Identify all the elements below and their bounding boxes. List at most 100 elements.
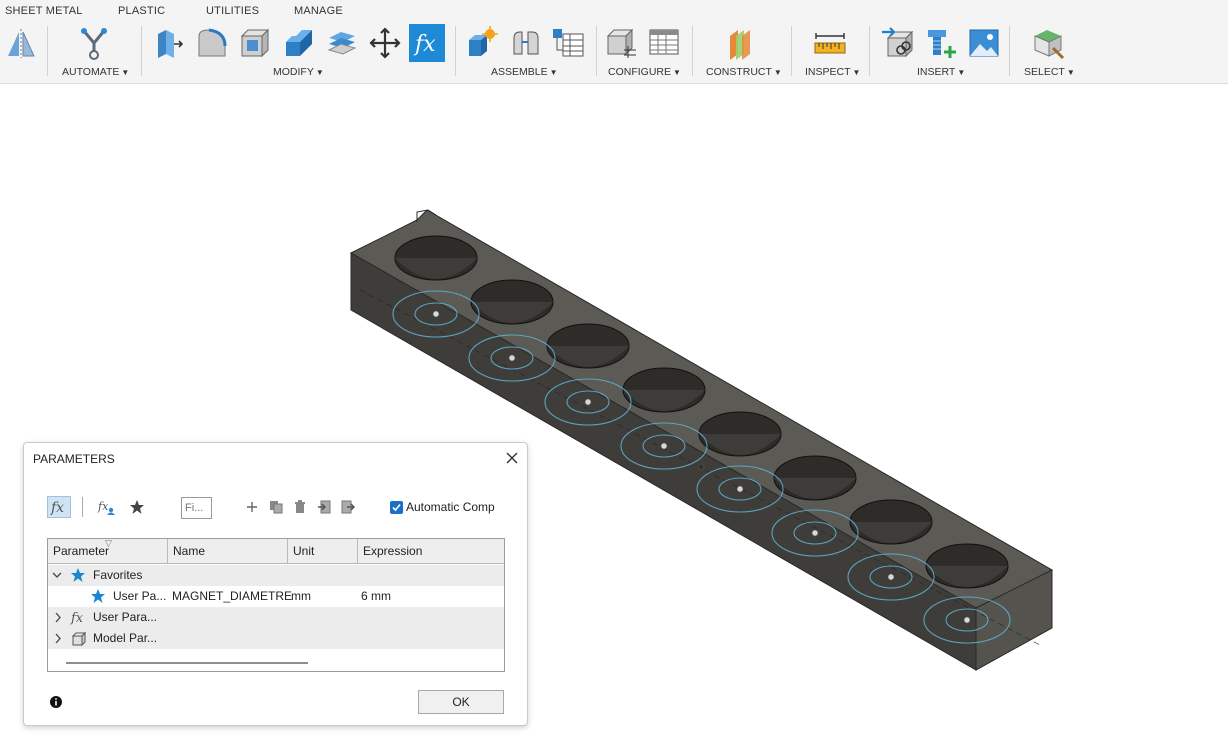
tab-manage[interactable]: MANAGE — [294, 5, 343, 17]
automatic-compute-label: Automatic Comp — [406, 500, 495, 514]
mirror-icon[interactable] — [3, 24, 39, 62]
combine-icon[interactable] — [281, 24, 317, 62]
group-label: Favorites — [93, 568, 143, 582]
change-parameters-icon[interactable]: fx — [409, 24, 445, 62]
cube-icon — [71, 631, 87, 654]
group-insert[interactable]: INSERT ▼ — [917, 66, 965, 78]
group-inspect[interactable]: INSPECT ▼ — [805, 66, 860, 78]
chevron-down-icon: ▼ — [315, 68, 324, 77]
insert-canvas-icon[interactable] — [966, 24, 1002, 62]
group-label: User Para... — [93, 610, 158, 624]
shell-icon[interactable] — [237, 24, 273, 62]
group-inspect-label: INSPECT — [805, 66, 851, 78]
group-assemble[interactable]: ASSEMBLE ▼ — [491, 66, 558, 78]
group-automate[interactable]: AUTOMATE ▼ — [62, 66, 129, 78]
replace-face-icon[interactable] — [324, 24, 360, 62]
offset-plane-icon[interactable] — [723, 24, 759, 62]
svg-text:fx: fx — [413, 32, 436, 57]
parameters-dialog: PARAMETERS fx fx Fi... Automatic Comp Pa… — [23, 442, 528, 726]
unit-cell[interactable]: mm — [291, 586, 311, 607]
svg-text:fx: fx — [70, 611, 84, 626]
insert-mcmaster-icon[interactable] — [923, 24, 959, 62]
bill-of-materials-icon[interactable] — [550, 24, 586, 62]
fusion-app-window: SHEET METAL PLASTIC UTILITIES MANAGE AUT… — [0, 0, 1228, 752]
parameter-cell: User Pa... — [113, 589, 167, 603]
group-assemble-label: ASSEMBLE — [491, 66, 548, 78]
svg-text:fx: fx — [50, 500, 64, 516]
group-select[interactable]: SELECT ▼ — [1024, 66, 1075, 78]
automatic-compute-checkbox[interactable]: Automatic Comp — [390, 500, 495, 514]
group-insert-label: INSERT — [917, 66, 956, 78]
favorites-filter-icon[interactable] — [126, 496, 148, 518]
group-row-model-parameters[interactable]: Model Par... — [48, 628, 504, 649]
tab-utilities[interactable]: UTILITIES — [206, 5, 259, 17]
toolbar-separator — [141, 26, 142, 76]
export-icon[interactable] — [339, 496, 357, 518]
svg-text:fx: fx — [97, 500, 109, 513]
group-construct-label: CONSTRUCT — [706, 66, 772, 78]
measure-icon[interactable] — [812, 24, 848, 62]
press-pull-icon[interactable] — [151, 24, 187, 62]
chevron-right-icon[interactable] — [53, 628, 63, 656]
expression-cell[interactable]: 6 mm — [361, 586, 391, 607]
dialog-title: PARAMETERS — [33, 452, 115, 466]
toolbar-separator — [47, 26, 48, 76]
joint-icon[interactable] — [507, 24, 543, 62]
group-label: Model Par... — [93, 631, 158, 645]
column-unit[interactable]: Unit — [288, 539, 358, 564]
table-row[interactable]: User Pa... MAGNET_DIAMETRE mm 6 mm — [48, 586, 504, 607]
tab-sheet-metal[interactable]: SHEET METAL — [5, 5, 83, 17]
toolbar-separator — [869, 26, 870, 76]
copy-icon[interactable] — [267, 496, 285, 518]
add-parameter-icon[interactable] — [243, 496, 261, 518]
column-expression[interactable]: Expression — [358, 539, 504, 564]
chevron-down-icon: ▼ — [549, 68, 558, 77]
group-select-label: SELECT — [1024, 66, 1065, 78]
group-construct[interactable]: CONSTRUCT ▼ — [706, 66, 782, 78]
toolbar-divider — [81, 496, 83, 518]
column-name[interactable]: Name — [168, 539, 288, 564]
group-row-favorites[interactable]: Favorites — [48, 565, 504, 586]
automate-icon[interactable] — [76, 24, 112, 62]
horizontal-scrollbar[interactable] — [66, 662, 308, 664]
close-icon[interactable] — [504, 450, 520, 466]
configure-design-icon[interactable] — [603, 24, 639, 62]
filter-input[interactable] — [181, 497, 212, 519]
fillet-icon[interactable] — [194, 24, 230, 62]
chevron-down-icon: ▼ — [673, 68, 681, 77]
new-component-icon[interactable] — [464, 24, 500, 62]
all-parameters-filter-icon[interactable]: fx — [47, 496, 71, 518]
chevron-down-icon: ▼ — [1066, 68, 1075, 77]
delete-icon[interactable] — [291, 496, 309, 518]
chevron-down-icon: ▼ — [957, 68, 966, 77]
table-header: Parameter ▽ Name Unit Expression — [48, 539, 504, 564]
name-cell[interactable]: MAGNET_DIAMETRE — [172, 586, 292, 607]
group-modify[interactable]: MODIFY ▼ — [273, 66, 324, 78]
select-icon[interactable] — [1030, 24, 1066, 62]
toolbar-separator — [596, 26, 597, 76]
group-modify-label: MODIFY — [273, 66, 314, 78]
move-copy-icon[interactable] — [367, 24, 403, 62]
configuration-table-icon[interactable] — [646, 24, 682, 62]
insert-derive-icon[interactable] — [879, 24, 915, 62]
group-automate-label: AUTOMATE — [62, 66, 120, 78]
group-configure-label: CONFIGURE — [608, 66, 671, 78]
chevron-down-icon: ▼ — [773, 68, 782, 77]
toolbar-separator — [791, 26, 792, 76]
group-row-user-parameters[interactable]: fx User Para... — [48, 607, 504, 628]
group-configure[interactable]: CONFIGURE ▼ — [608, 66, 681, 78]
checkbox-checked-icon — [390, 500, 403, 514]
parameters-table: Parameter ▽ Name Unit Expression Favorit… — [47, 538, 505, 672]
info-icon[interactable] — [49, 695, 63, 709]
ok-button[interactable]: OK — [418, 690, 504, 714]
chevron-down-icon: ▼ — [121, 68, 130, 77]
user-parameters-filter-icon[interactable]: fx — [96, 496, 118, 518]
tab-plastic[interactable]: PLASTIC — [118, 5, 165, 17]
toolbar-separator — [455, 26, 456, 76]
chevron-down-icon: ▼ — [852, 68, 861, 77]
ribbon-toolbar: SHEET METAL PLASTIC UTILITIES MANAGE AUT… — [0, 0, 1228, 84]
sort-caret-icon: ▽ — [105, 538, 112, 548]
import-icon[interactable] — [315, 496, 333, 518]
toolbar-separator — [1009, 26, 1010, 76]
toolbar-separator — [692, 26, 693, 76]
